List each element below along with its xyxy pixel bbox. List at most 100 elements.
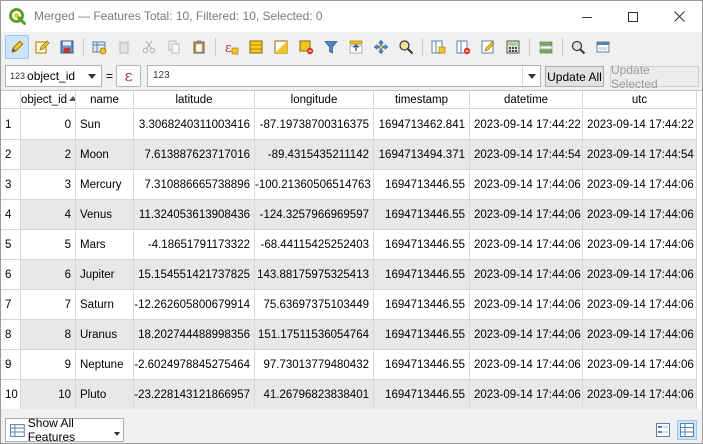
- table-row[interactable]: 2 2 Moon 7.613887623717016 -89.4315435211142…: [1, 140, 702, 170]
- cell-name[interactable]: Neptune: [76, 350, 134, 380]
- minimize-button[interactable]: [564, 1, 610, 32]
- filter-selection-button[interactable]: [319, 35, 343, 59]
- update-value-input[interactable]: 123: [147, 65, 541, 87]
- close-button[interactable]: [656, 1, 702, 32]
- cell-timestamp[interactable]: 1694713462.841: [374, 110, 470, 140]
- cell-name[interactable]: Mercury: [76, 170, 134, 200]
- attribute-table[interactable]: object_id name latitude longitude timestamp d…: [1, 90, 702, 409]
- cell-datetime[interactable]: 2023-09-14 17:44:22: [470, 110, 583, 140]
- cell-object-id[interactable]: 0: [21, 110, 76, 140]
- show-features-button[interactable]: Show All Features: [5, 416, 124, 444]
- cell-name[interactable]: Moon: [76, 140, 134, 170]
- cell-latitude[interactable]: -2.6024978845275464: [134, 350, 255, 380]
- cell-utc[interactable]: 2023-09-14 17:44:54: [583, 140, 697, 170]
- cell-utc[interactable]: 2023-09-14 17:44:06: [583, 380, 697, 409]
- cell-latitude[interactable]: -12.262605800679914: [134, 290, 255, 320]
- cell-longitude[interactable]: -68.44115425252403: [255, 230, 374, 260]
- form-view-button[interactable]: [653, 420, 673, 440]
- cell-datetime[interactable]: 2023-09-14 17:44:06: [470, 260, 583, 290]
- copy-button[interactable]: [162, 35, 186, 59]
- cell-name[interactable]: Uranus: [76, 320, 134, 350]
- cell-object-id[interactable]: 4: [21, 200, 76, 230]
- maximize-button[interactable]: [610, 1, 656, 32]
- dock-button[interactable]: [591, 35, 615, 59]
- cell-longitude[interactable]: 97.73013779480432: [255, 350, 374, 380]
- cell-timestamp[interactable]: 1694713494.371: [374, 140, 470, 170]
- cell-datetime[interactable]: 2023-09-14 17:44:54: [470, 140, 583, 170]
- cell-latitude[interactable]: 15.154551421737825: [134, 260, 255, 290]
- title-bar[interactable]: Merged — Features Total: 10, Filtered: 1…: [1, 1, 702, 32]
- row-number[interactable]: 7: [1, 290, 21, 320]
- cell-object-id[interactable]: 10: [21, 380, 76, 409]
- table-row[interactable]: 10 10 Pluto -23.228143121866957 41.267968238…: [1, 380, 702, 409]
- cell-name[interactable]: Venus: [76, 200, 134, 230]
- table-row[interactable]: 5 5 Mars -4.18651791173322 -68.4411542525240…: [1, 230, 702, 260]
- cell-datetime[interactable]: 2023-09-14 17:44:06: [470, 230, 583, 260]
- column-header-longitude[interactable]: longitude: [255, 91, 374, 109]
- cell-object-id[interactable]: 2: [21, 140, 76, 170]
- conditional-formatting-button[interactable]: [534, 35, 558, 59]
- value-dropdown-button[interactable]: [522, 66, 540, 86]
- cell-timestamp[interactable]: 1694713446.55: [374, 200, 470, 230]
- field-select[interactable]: 123 object_id: [5, 65, 102, 87]
- cell-object-id[interactable]: 5: [21, 230, 76, 260]
- pan-to-selection-button[interactable]: [369, 35, 393, 59]
- cell-object-id[interactable]: 3: [21, 170, 76, 200]
- cell-latitude[interactable]: 11.324053613908436: [134, 200, 255, 230]
- cell-timestamp[interactable]: 1694713446.55: [374, 320, 470, 350]
- toggle-editing-button[interactable]: [5, 35, 29, 59]
- cell-utc[interactable]: 2023-09-14 17:44:06: [583, 260, 697, 290]
- cell-timestamp[interactable]: 1694713446.55: [374, 260, 470, 290]
- cell-longitude[interactable]: 41.26796823838401: [255, 380, 374, 409]
- table-row[interactable]: 3 3 Mercury 7.310886665738896 -100.213605065…: [1, 170, 702, 200]
- cell-datetime[interactable]: 2023-09-14 17:44:06: [470, 170, 583, 200]
- zoom-to-selection-button[interactable]: [394, 35, 418, 59]
- cell-longitude[interactable]: -124.3257966969597: [255, 200, 374, 230]
- table-row[interactable]: 6 6 Jupiter 15.154551421737825 143.881759753…: [1, 260, 702, 290]
- cell-datetime[interactable]: 2023-09-14 17:44:06: [470, 200, 583, 230]
- multi-edit-button[interactable]: [30, 35, 54, 59]
- cell-timestamp[interactable]: 1694713446.55: [374, 290, 470, 320]
- column-header-utc[interactable]: utc: [583, 91, 697, 109]
- update-all-button[interactable]: Update All: [545, 66, 604, 87]
- cell-timestamp[interactable]: 1694713446.55: [374, 380, 470, 409]
- cell-latitude[interactable]: 7.613887623717016: [134, 140, 255, 170]
- cell-name[interactable]: Mars: [76, 230, 134, 260]
- cell-utc[interactable]: 2023-09-14 17:44:22: [583, 110, 697, 140]
- cell-datetime[interactable]: 2023-09-14 17:44:06: [470, 350, 583, 380]
- column-header-datetime[interactable]: datetime: [470, 91, 583, 109]
- cell-longitude[interactable]: -100.21360506514763: [255, 170, 374, 200]
- table-view-button[interactable]: [677, 420, 697, 440]
- cell-latitude[interactable]: -4.18651791173322: [134, 230, 255, 260]
- cell-name[interactable]: Saturn: [76, 290, 134, 320]
- new-field-button[interactable]: [426, 35, 450, 59]
- cell-utc[interactable]: 2023-09-14 17:44:06: [583, 290, 697, 320]
- cell-object-id[interactable]: 7: [21, 290, 76, 320]
- column-header-latitude[interactable]: latitude: [134, 91, 255, 109]
- invert-selection-button[interactable]: [269, 35, 293, 59]
- cell-timestamp[interactable]: 1694713446.55: [374, 230, 470, 260]
- delete-field-button[interactable]: [451, 35, 475, 59]
- cell-name[interactable]: Pluto: [76, 380, 134, 409]
- cell-latitude[interactable]: -23.228143121866957: [134, 380, 255, 409]
- cell-name[interactable]: Jupiter: [76, 260, 134, 290]
- cell-longitude[interactable]: 151.17511536054764: [255, 320, 374, 350]
- cell-utc[interactable]: 2023-09-14 17:44:06: [583, 350, 697, 380]
- cell-name[interactable]: Sun: [76, 110, 134, 140]
- select-by-expression-button[interactable]: ε: [219, 35, 243, 59]
- cell-utc[interactable]: 2023-09-14 17:44:06: [583, 230, 697, 260]
- cell-object-id[interactable]: 6: [21, 260, 76, 290]
- row-number[interactable]: 6: [1, 260, 21, 290]
- deselect-all-button[interactable]: [294, 35, 318, 59]
- update-selected-button[interactable]: Update Selected: [610, 63, 699, 91]
- row-number[interactable]: 3: [1, 170, 21, 200]
- row-number[interactable]: 2: [1, 140, 21, 170]
- table-row[interactable]: 4 4 Venus 11.324053613908436 -124.3257966969…: [1, 200, 702, 230]
- cell-latitude[interactable]: 3.3068240311003416: [134, 110, 255, 140]
- cut-button[interactable]: [137, 35, 161, 59]
- cell-datetime[interactable]: 2023-09-14 17:44:06: [470, 320, 583, 350]
- row-number[interactable]: 8: [1, 320, 21, 350]
- delete-feature-button[interactable]: [112, 35, 136, 59]
- move-selection-top-button[interactable]: [344, 35, 368, 59]
- row-number[interactable]: 10: [1, 380, 21, 409]
